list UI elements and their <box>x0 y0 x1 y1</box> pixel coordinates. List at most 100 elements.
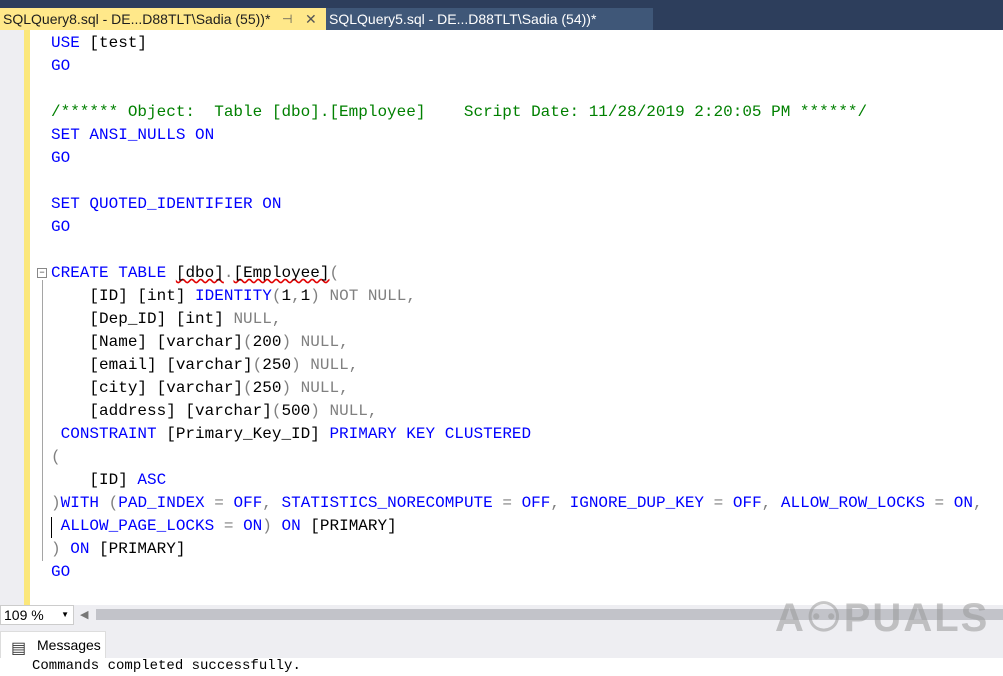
sql-operator: , <box>271 310 282 328</box>
code-line[interactable]: )WITH (PAD_INDEX = OFF, STATISTICS_NOREC… <box>51 492 983 515</box>
sql-keyword: OFF <box>521 494 551 512</box>
code-line[interactable]: GO <box>51 216 983 239</box>
sql-identifier: [city] [varchar] <box>51 379 244 397</box>
sql-identifier <box>925 494 935 512</box>
sql-keyword: ON <box>70 540 90 558</box>
sql-identifier: [Dep_ID] [int] <box>51 310 234 328</box>
code-line[interactable]: GO <box>51 561 983 584</box>
code-line[interactable]: GO <box>51 147 983 170</box>
code-line[interactable]: USE [test] <box>51 32 983 55</box>
sql-identifier <box>272 494 282 512</box>
sql-operator: NULL <box>300 379 340 397</box>
sql-operator: , <box>291 287 301 305</box>
tab-sqlquery5[interactable]: SQLQuery5.sql - DE...D88TLT\Sadia (54))* <box>326 8 653 30</box>
sql-operator: = <box>214 494 224 512</box>
sql-identifier <box>51 425 61 443</box>
zoom-level: 109 % <box>4 607 44 623</box>
sql-keyword: OFF <box>233 494 263 512</box>
code-line[interactable]: [email] [varchar](250) NULL, <box>51 354 983 377</box>
code-text[interactable]: USE [test] GO /****** Object: Table [dbo].… <box>51 32 983 584</box>
zoom-select[interactable]: 109 % ▼ <box>0 605 74 625</box>
code-line[interactable] <box>51 170 983 193</box>
code-line[interactable]: [ID] [int] IDENTITY(1,1) NOT NULL, <box>51 285 983 308</box>
sql-keyword: CREATE <box>51 264 109 282</box>
sql-identifier: 1 <box>281 287 292 305</box>
query-editor[interactable]: − USE [test] GO /****** Object: Table [dbo… <box>0 30 1003 605</box>
sql-operator: NOT <box>329 287 359 305</box>
scroll-left-icon[interactable]: ◀ <box>80 608 88 621</box>
sql-operator: = <box>713 494 724 512</box>
code-line[interactable]: ) ON [PRIMARY] <box>51 538 983 561</box>
sql-operator: , <box>262 494 272 512</box>
watermark-logo: A⚇PUALS <box>775 596 990 640</box>
sql-identifier <box>214 517 224 535</box>
code-line[interactable] <box>51 239 983 262</box>
tab-messages[interactable]: ▤ Messages <box>0 631 106 658</box>
sql-operator: ) <box>281 333 292 351</box>
code-line[interactable] <box>51 78 983 101</box>
sql-operator: ) <box>262 517 272 535</box>
sql-keyword: IDENTITY <box>195 287 272 305</box>
sql-identifier <box>185 126 195 144</box>
sql-identifier <box>51 517 61 535</box>
sql-operator: , <box>339 333 349 351</box>
pin-icon[interactable]: ⊣ <box>282 8 292 30</box>
sql-identifier <box>205 494 215 512</box>
sql-identifier: 500 <box>281 402 311 420</box>
sql-identifier: [dbo] <box>175 264 224 282</box>
sql-operator: NULL <box>367 287 407 305</box>
sql-operator: NULL <box>233 310 272 328</box>
editor-gutter <box>0 30 24 605</box>
sql-identifier <box>493 494 503 512</box>
tab-sqlquery8[interactable]: SQLQuery8.sql - DE...D88TLT\Sadia (55))*… <box>0 8 326 30</box>
sql-operator: = <box>223 517 234 535</box>
sql-identifier: 200 <box>252 333 282 351</box>
sql-identifier <box>723 494 733 512</box>
sql-identifier <box>512 494 522 512</box>
sql-identifier <box>771 494 781 512</box>
tab-messages-label: Messages <box>37 637 101 653</box>
sql-identifier: [test] <box>79 34 148 52</box>
sql-operator: , <box>550 494 560 512</box>
code-line[interactable]: CONSTRAINT [Primary_Key_ID] PRIMARY KEY … <box>51 423 983 446</box>
code-line[interactable]: [Dep_ID] [int] NULL, <box>51 308 983 331</box>
sql-operator: ) <box>291 356 301 374</box>
code-line[interactable]: [city] [varchar](250) NULL, <box>51 377 983 400</box>
sql-identifier <box>99 494 109 512</box>
sql-keyword: ANSI_NULLS <box>89 126 186 144</box>
code-line[interactable]: ( <box>51 446 983 469</box>
code-line[interactable]: [ID] ASC <box>51 469 983 492</box>
sql-identifier: [Name] [varchar] <box>51 333 244 351</box>
sql-operator: = <box>934 494 945 512</box>
sql-keyword: USE <box>51 34 80 52</box>
sql-operator: ( <box>243 333 253 351</box>
collapse-icon[interactable]: − <box>37 268 47 278</box>
code-line[interactable]: ALLOW_PAGE_LOCKS = ON) ON [PRIMARY] <box>51 515 983 538</box>
sql-identifier <box>320 287 330 305</box>
code-line[interactable]: GO <box>51 55 983 78</box>
sql-identifier <box>291 333 301 351</box>
sql-identifier: [PRIMARY] <box>89 540 186 558</box>
sql-identifier <box>397 425 407 443</box>
code-line[interactable]: SET ANSI_NULLS ON <box>51 124 983 147</box>
sql-identifier: [address] [varchar] <box>51 402 272 420</box>
sql-identifier <box>301 356 311 374</box>
code-line[interactable]: [Name] [varchar](200) NULL, <box>51 331 983 354</box>
code-line[interactable]: /****** Object: Table [dbo].[Employee] S… <box>51 101 983 124</box>
sql-keyword: IGNORE_DUP_KEY <box>569 494 705 512</box>
code-line[interactable]: CREATE TABLE [dbo].[Employee]( <box>51 262 983 285</box>
sql-operator: , <box>348 356 359 374</box>
sql-keyword: QUOTED_IDENTIFIER <box>89 195 253 213</box>
sql-operator: ( <box>108 494 119 512</box>
sql-keyword: WITH <box>60 494 100 512</box>
sql-keyword: SET <box>51 126 80 144</box>
sql-keyword: OFF <box>732 494 762 512</box>
sql-identifier: 250 <box>262 356 292 374</box>
sql-keyword: ASC <box>137 471 167 489</box>
close-icon[interactable]: ✕ <box>305 8 317 30</box>
sql-operator: ) <box>281 379 292 397</box>
sql-keyword: PAD_INDEX <box>118 494 205 512</box>
code-line[interactable]: [address] [varchar](500) NULL, <box>51 400 983 423</box>
code-line[interactable]: SET QUOTED_IDENTIFIER ON <box>51 193 983 216</box>
sql-identifier <box>253 195 263 213</box>
